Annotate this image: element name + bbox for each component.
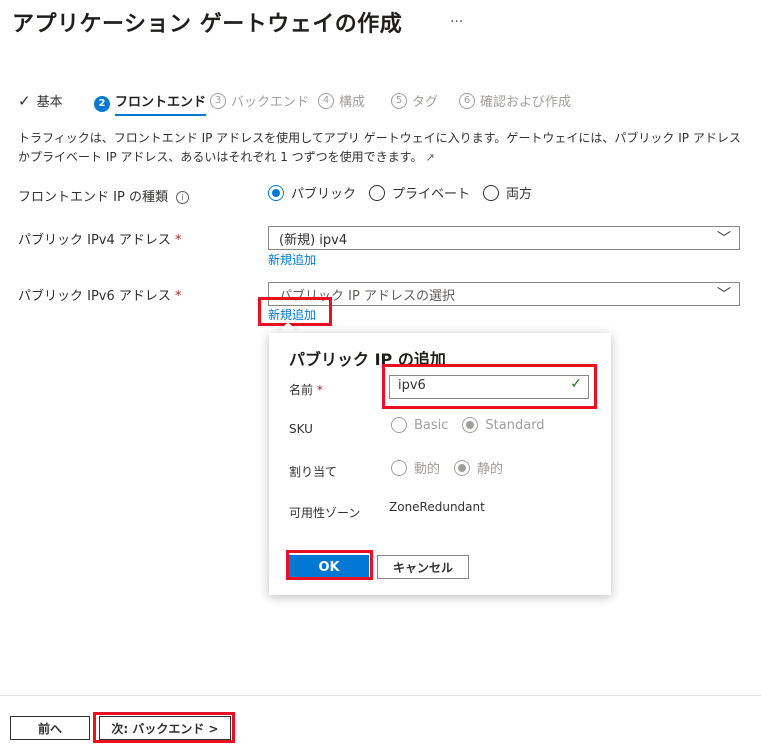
tab-basics[interactable]: ✓ 基本 [18, 91, 63, 111]
field-label: フロントエンド IP の種類 [18, 190, 168, 205]
radio-label: パブリック [291, 187, 357, 202]
required-marker: * [316, 383, 323, 397]
assignment-radio-group: 動的 静的 [391, 458, 517, 477]
tab-label: タグ [412, 95, 439, 110]
assignment-label: 割り当て [289, 465, 338, 479]
previous-button[interactable]: 前へ [10, 716, 90, 740]
radio-private[interactable]: プライベート [369, 183, 470, 202]
radio-label: 静的 [477, 462, 504, 477]
radio-public[interactable]: パブリック [268, 183, 356, 202]
tab-label: 確認および作成 [480, 95, 572, 110]
field-label: 名前 [289, 383, 314, 397]
step-number: 6 [459, 92, 475, 109]
step-number: 5 [391, 92, 407, 109]
ipv4-dropdown[interactable]: (新規) ipv4 ﹀ [268, 226, 740, 250]
external-link-icon[interactable]: ↗ [425, 151, 434, 164]
tab-tags[interactable]: 5 タグ [391, 91, 438, 110]
tab-label: フロントエンド [115, 91, 207, 116]
ipv4-add-new-link[interactable]: 新規追加 [268, 251, 316, 268]
tab-label: バックエンド [231, 95, 310, 110]
footer-divider [0, 695, 761, 696]
chevron-down-icon: ﹀ [717, 287, 731, 303]
radio-static[interactable]: 静的 [454, 458, 503, 477]
chevron-down-icon: ﹀ [717, 231, 731, 247]
tab-label: 基本 [36, 95, 63, 110]
tab-configuration[interactable]: 4 構成 [318, 91, 365, 110]
frontend-ip-type-radio-group: パブリック プライベート 両方 [268, 183, 545, 202]
radio-dynamic[interactable]: 動的 [391, 458, 440, 477]
radio-button[interactable] [369, 184, 386, 201]
tab-frontend[interactable]: 2 フロントエンド [94, 91, 207, 116]
availability-zone-label: 可用性ゾーン [289, 506, 361, 520]
radio-label: Basic [414, 417, 449, 433]
radio-label: 動的 [414, 462, 441, 477]
ipv6-label: パブリック IPv6 アドレス * [18, 285, 182, 304]
checkmark-icon: ✓ [18, 91, 31, 110]
step-number: 3 [210, 92, 226, 109]
radio-both[interactable]: 両方 [483, 183, 532, 202]
radio-label: Standard [485, 417, 545, 433]
description-text: トラフィックは、フロントエンド IP アドレスを使用してアプリ ゲートウェイに入… [18, 131, 741, 164]
radio-button[interactable] [268, 184, 284, 201]
frontend-ip-type-label: フロントエンド IP の種類 i [18, 186, 189, 205]
highlight-box [382, 364, 597, 409]
highlight-box [93, 712, 235, 743]
tab-backend[interactable]: 3 バックエンド [210, 91, 309, 110]
ipv6-dropdown[interactable]: パブリック IP アドレスの選択 ﹀ [268, 282, 740, 306]
radio-button[interactable] [483, 184, 500, 201]
name-label: 名前 * [289, 381, 323, 398]
radio-sku-standard[interactable]: Standard [462, 417, 545, 433]
highlight-box [286, 550, 373, 580]
sku-radio-group: Basic Standard [391, 417, 559, 433]
radio-sku-basic[interactable]: Basic [391, 417, 448, 433]
field-label: パブリック IPv4 アドレス [18, 233, 171, 248]
radio-button[interactable] [462, 417, 479, 433]
dropdown-value: (新規) ipv4 [279, 233, 348, 248]
page-title: アプリケーション ゲートウェイの作成 [12, 12, 403, 37]
info-icon[interactable]: i [175, 191, 189, 204]
field-label: パブリック IPv6 アドレス [18, 289, 171, 304]
radio-label: 両方 [506, 187, 533, 202]
highlight-box [258, 297, 332, 326]
tab-review-create[interactable]: 6 確認および作成 [459, 91, 571, 110]
radio-button[interactable] [454, 459, 471, 476]
required-marker: * [175, 233, 182, 248]
ipv4-label: パブリック IPv4 アドレス * [18, 229, 182, 248]
cancel-button[interactable]: キャンセル [377, 555, 469, 579]
tab-label: 構成 [339, 95, 366, 110]
step-number: 4 [318, 92, 334, 109]
more-icon[interactable]: ··· [450, 14, 463, 30]
radio-label: プライベート [392, 187, 471, 202]
required-marker: * [175, 289, 182, 304]
availability-zone-value: ZoneRedundant [389, 500, 485, 514]
description: トラフィックは、フロントエンド IP アドレスを使用してアプリ ゲートウェイに入… [18, 129, 748, 167]
radio-button[interactable] [391, 459, 407, 476]
sku-label: SKU [289, 422, 313, 436]
step-number: 2 [94, 95, 110, 112]
radio-button[interactable] [391, 417, 407, 433]
